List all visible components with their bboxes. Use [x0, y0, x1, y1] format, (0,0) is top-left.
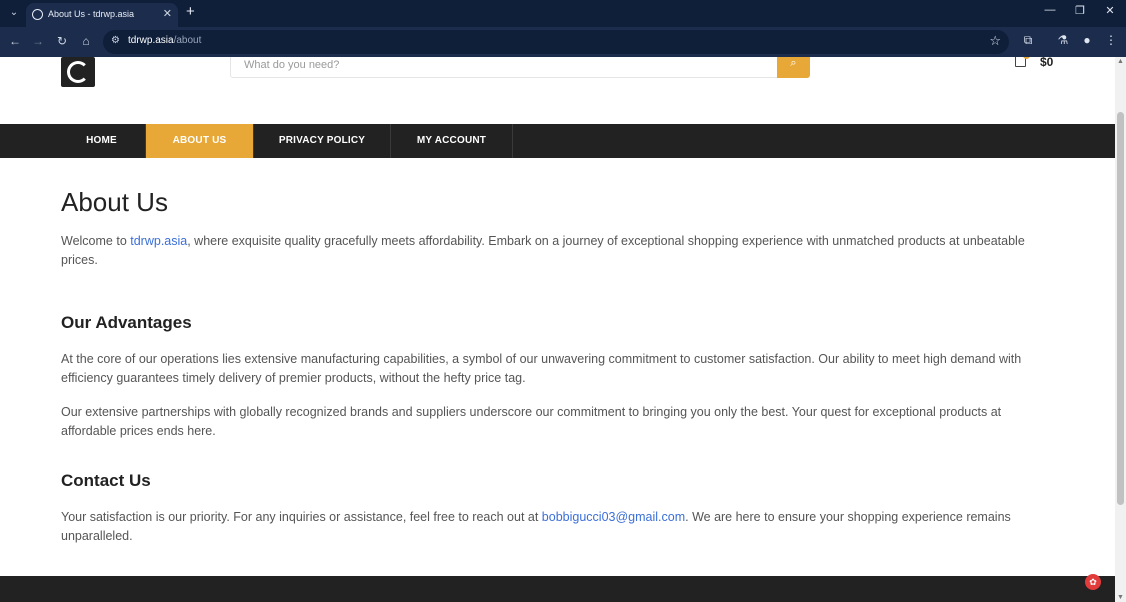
contact-paragraph: Your satisfaction is our priority. For a… — [61, 510, 1011, 543]
search-bar: ⌕ — [230, 57, 810, 78]
intro-paragraph: Welcome to tdrwp.asia, where exquisite q… — [61, 234, 1025, 267]
floating-chat-icon[interactable]: ✿ — [1085, 574, 1101, 590]
site-favicon-icon — [32, 9, 43, 20]
scroll-down-arrow-icon[interactable]: ▼ — [1117, 594, 1124, 601]
site-link[interactable]: tdrwp.asia — [130, 234, 187, 248]
new-tab-plus-icon[interactable]: + — [186, 3, 195, 20]
main-navigation: HOME ABOUT US PRIVACY POLICY MY ACCOUNT — [0, 124, 1115, 158]
search-icon: ⌕ — [790, 57, 797, 69]
window-close-icon[interactable]: ✕ — [1100, 4, 1120, 17]
page-scrollbar[interactable]: ▲ ▼ — [1115, 57, 1126, 602]
advantages-paragraph-1: At the core of our operations lies exten… — [61, 352, 1022, 385]
cart-total[interactable]: $0 — [1040, 57, 1053, 69]
search-button[interactable]: ⌕ — [777, 57, 810, 78]
home-icon[interactable]: ⌂ — [78, 34, 94, 48]
browser-tab-bar: ⌄ About Us - tdrwp.asia ✕ + — ❐ ✕ — [0, 0, 1126, 27]
site-footer — [0, 576, 1115, 602]
minimize-icon[interactable]: — — [1040, 4, 1060, 16]
profile-avatar-icon[interactable]: ● — [1078, 33, 1096, 47]
address-bar[interactable]: ⚙ tdrwp.asia/about ☆ — [103, 30, 1009, 54]
browser-tab-active[interactable]: About Us - tdrwp.asia ✕ — [26, 3, 178, 27]
tab-close-icon[interactable]: ✕ — [163, 3, 172, 25]
scrollbar-thumb[interactable] — [1117, 112, 1124, 505]
nav-item-about-us[interactable]: ABOUT US — [146, 124, 254, 158]
nav-item-my-account[interactable]: MY ACCOUNT — [391, 124, 513, 158]
restore-icon[interactable]: ❐ — [1070, 4, 1090, 17]
site-logo[interactable] — [61, 57, 95, 87]
contact-email-link[interactable]: bobbigucci03@gmail.com — [542, 510, 685, 524]
tab-title: About Us - tdrwp.asia — [48, 9, 135, 19]
reload-icon[interactable]: ↻ — [54, 34, 70, 48]
labs-flask-icon[interactable]: ⚗ — [1054, 33, 1072, 47]
back-arrow-icon[interactable]: ← — [7, 34, 23, 48]
address-url: tdrwp.asia/about — [128, 35, 202, 46]
advantages-heading: Our Advantages — [61, 313, 192, 332]
forward-arrow-icon[interactable]: → — [30, 34, 46, 48]
page-viewport: ⌕ $0 HOME ABOUT US PRIVACY POLICY MY ACC… — [0, 57, 1115, 602]
browser-toolbar: ← → ↻ ⌂ ⚙ tdrwp.asia/about ☆ ⧉ ⚗ ● ⋮ — [0, 27, 1126, 57]
nav-item-privacy-policy[interactable]: PRIVACY POLICY — [254, 124, 391, 158]
logo-swirl-icon — [67, 61, 89, 83]
extensions-puzzle-icon[interactable]: ⧉ — [1019, 33, 1037, 48]
search-input[interactable] — [231, 57, 778, 77]
bookmark-star-icon[interactable]: ☆ — [989, 33, 1001, 49]
tab-search-chevron-icon[interactable]: ⌄ — [6, 5, 22, 21]
browser-menu-dots-icon[interactable]: ⋮ — [1102, 33, 1120, 47]
nav-item-home[interactable]: HOME — [58, 124, 146, 158]
contact-heading: Contact Us — [61, 471, 151, 490]
scroll-up-arrow-icon[interactable]: ▲ — [1117, 58, 1124, 65]
advantages-paragraph-2: Our extensive partnerships with globally… — [61, 405, 1002, 438]
page-title: About Us — [61, 187, 168, 217]
site-info-icon[interactable]: ⚙ — [111, 35, 120, 46]
